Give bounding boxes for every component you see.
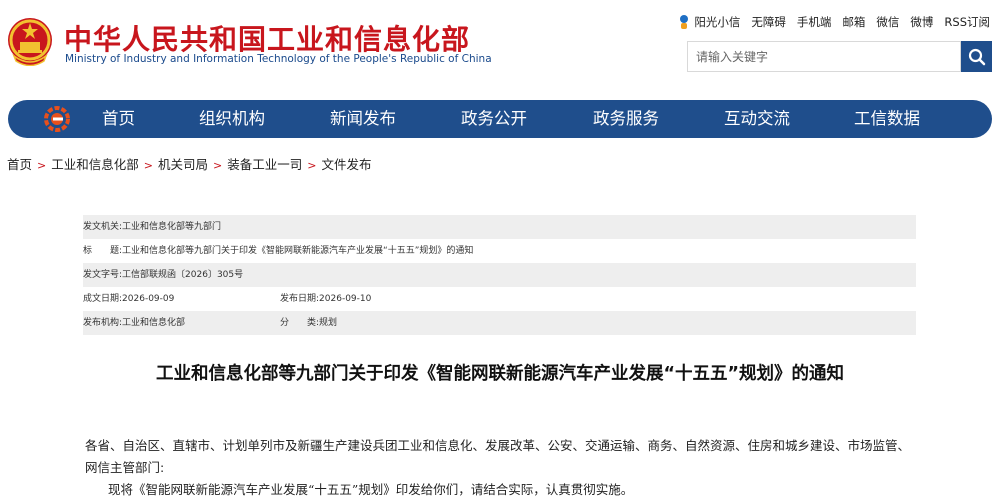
sunshine-icon (680, 15, 689, 29)
meta-row-doc-number: 发文字号:工信部联规函〔2026〕305号 (83, 263, 916, 287)
breadcrumb-ministry[interactable]: 工业和信息化部 (51, 157, 139, 172)
nav-item-organization[interactable]: 组织机构 (199, 100, 265, 138)
nav-item-home[interactable]: 首页 (102, 100, 135, 138)
document-metadata: 发文机关:工业和信息化部等九部门 标 题:工业和信息化部等九部门关于印发《智能网… (83, 215, 916, 335)
top-link-sunshine[interactable]: 阳光小信 (694, 14, 740, 30)
meta-issuer: 发文机关:工业和信息化部等九部门 (83, 222, 222, 232)
nav-item-interaction[interactable]: 互动交流 (724, 100, 790, 138)
article-title: 工业和信息化部等九部门关于印发《智能网联新能源汽车产业发展“十五五”规划》的通知 (156, 364, 844, 384)
top-link-mobile[interactable]: 手机端 (797, 14, 832, 30)
site-title[interactable]: 中华人民共和国工业和信息化部 (64, 18, 470, 58)
breadcrumb: 首页 > 工业和信息化部 > 机关司局 > 装备工业一司 > 文件发布 (7, 154, 371, 173)
miit-logo-icon (44, 106, 70, 132)
nav-item-government-affairs[interactable]: 政务公开 (461, 100, 527, 138)
meta-title: 标 题:工业和信息化部等九部门关于印发《智能网联新能源汽车产业发展“十五五”规划… (83, 246, 474, 256)
search-icon (968, 48, 985, 65)
national-emblem-icon[interactable] (6, 16, 54, 66)
nav-item-news[interactable]: 新闻发布 (330, 100, 396, 138)
breadcrumb-equipment-dept[interactable]: 装备工业一司 (227, 157, 302, 172)
meta-category: 分 类:规划 (280, 318, 338, 328)
meta-row-dates: 成文日期:2026-09-09 发布日期:2026-09-10 (83, 287, 916, 311)
breadcrumb-home[interactable]: 首页 (7, 157, 32, 172)
breadcrumb-separator: > (143, 159, 153, 172)
top-link-rss[interactable]: RSS订阅 (944, 14, 990, 30)
breadcrumb-separator: > (212, 159, 223, 172)
nav-item-services[interactable]: 政务服务 (593, 100, 659, 138)
meta-published-date: 发布日期:2026-09-10 (280, 294, 372, 304)
breadcrumb-documents[interactable]: 文件发布 (321, 157, 371, 172)
breadcrumb-separator: > (37, 159, 47, 172)
search-input[interactable] (687, 41, 961, 72)
nav-item-data[interactable]: 工信数据 (854, 100, 920, 138)
site-header: 中华人民共和国工业和信息化部 Ministry of Industry and … (0, 0, 1000, 92)
meta-org: 发布机构:工业和信息化部 (83, 318, 186, 328)
meta-row-org: 发布机构:工业和信息化部 分 类:规划 (83, 311, 916, 335)
top-link-accessibility[interactable]: 无障碍 (751, 14, 786, 30)
top-links: 阳光小信 无障碍 手机端 邮箱 微信 微博 RSS订阅 (677, 14, 990, 30)
breadcrumb-departments[interactable]: 机关司局 (158, 157, 208, 172)
top-link-weibo[interactable]: 微博 (910, 14, 933, 30)
site-subtitle: Ministry of Industry and Information Tec… (65, 53, 492, 65)
top-link-wechat[interactable]: 微信 (876, 14, 899, 30)
breadcrumb-separator: > (307, 159, 317, 172)
meta-created-date: 成文日期:2026-09-09 (83, 294, 175, 304)
search-button[interactable] (961, 41, 992, 72)
top-link-mail[interactable]: 邮箱 (842, 14, 865, 30)
main-nav: 首页 组织机构 新闻发布 政务公开 政务服务 互动交流 工信数据 (8, 100, 992, 138)
meta-row-issuer: 发文机关:工业和信息化部等九部门 (83, 215, 916, 239)
meta-row-title: 标 题:工业和信息化部等九部门关于印发《智能网联新能源汽车产业发展“十五五”规划… (83, 239, 916, 263)
article-paragraph: 各省、自治区、直辖市、计划单列市及新疆生产建设兵团工业和信息化、发展改革、公安、… (85, 438, 911, 475)
meta-doc-number: 发文字号:工信部联规函〔2026〕305号 (83, 270, 244, 280)
article-paragraph: 现将《智能网联新能源汽车产业发展“十五五”规划》印发给你们，请结合实际，认真贯彻… (108, 482, 634, 497)
